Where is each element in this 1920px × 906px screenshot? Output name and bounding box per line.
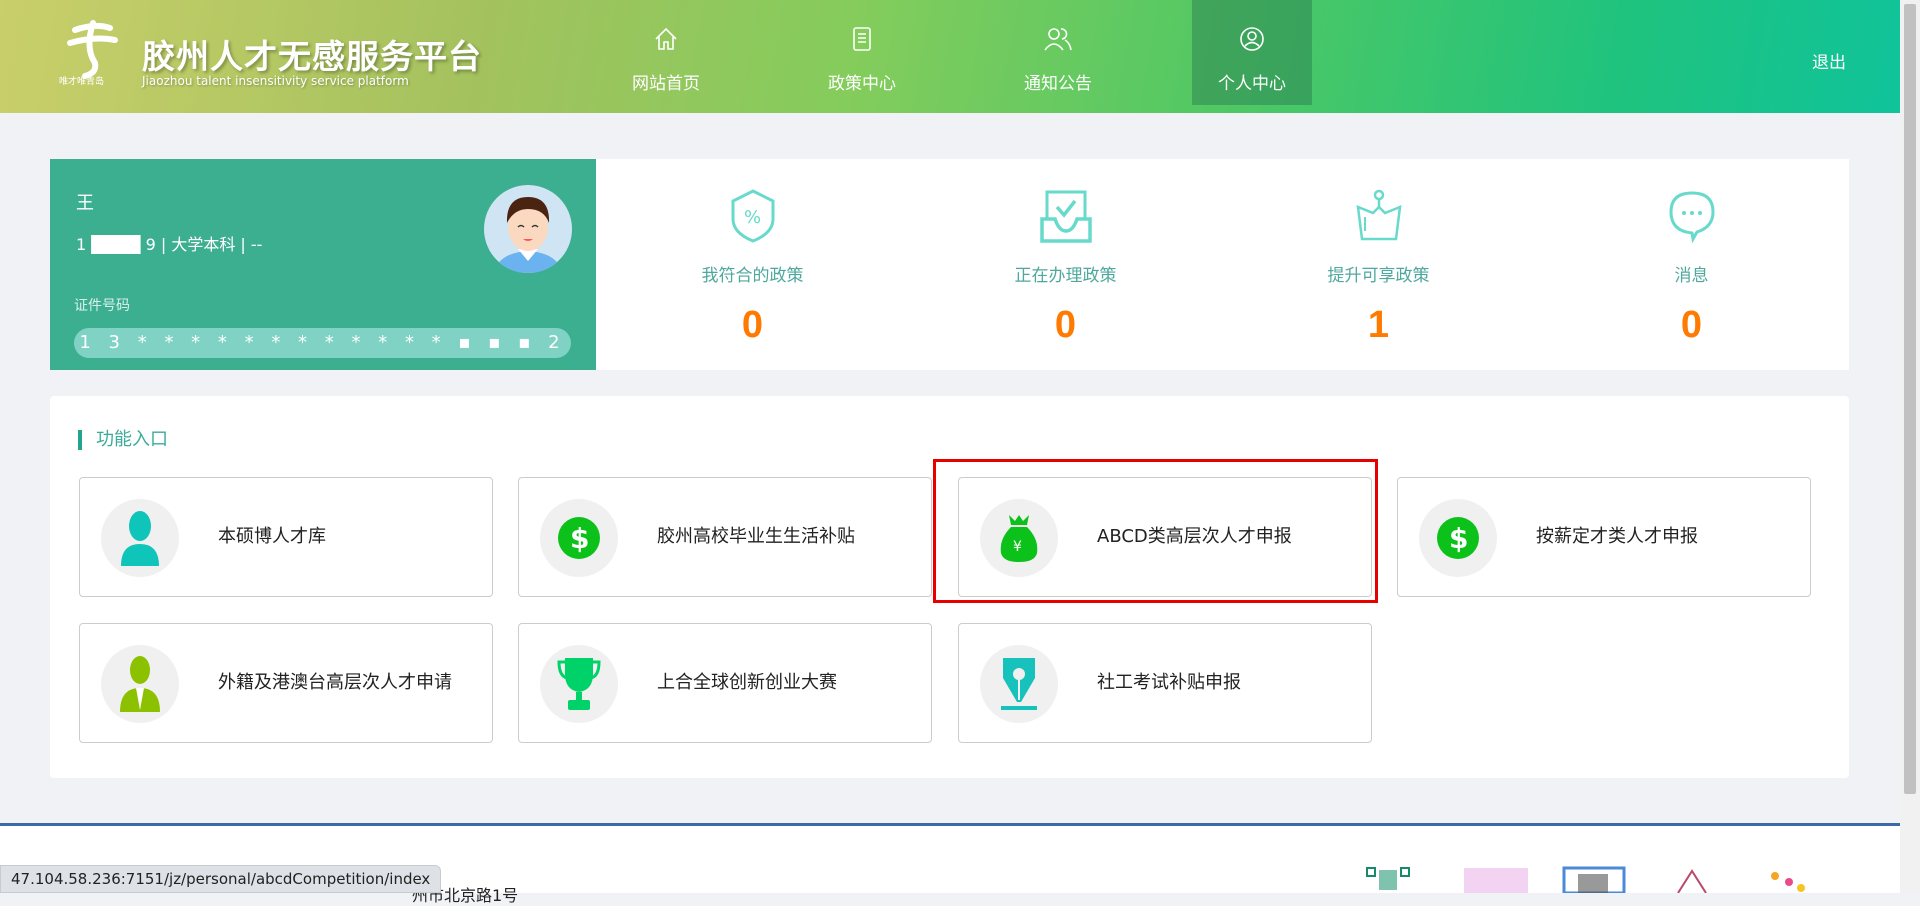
pen-nib-icon — [1001, 658, 1037, 710]
tile-social-work-exam[interactable]: 社工考试补贴申报 — [958, 623, 1372, 743]
tile-living-subsidy[interactable]: $ 胶州高校毕业生生活补贴 — [518, 477, 932, 597]
nav-home[interactable]: 网站首页 — [606, 0, 726, 105]
home-icon — [655, 27, 677, 50]
svg-text:$: $ — [570, 522, 589, 555]
dollar-icon: $ — [1437, 517, 1479, 559]
status-bar-url: 47.104.58.236:7151/jz/personal/abcdCompe… — [0, 865, 442, 893]
tile-label: 胶州高校毕业生生活补贴 — [657, 526, 855, 547]
user-name: 王 — [76, 193, 94, 214]
user-info: 1 ████ 9 | 大学本科 | -- — [76, 235, 263, 254]
id-value: 1 3 * * * * * * * * * * * * ▪ ▪ ▪ 2 — [74, 328, 571, 358]
crown-icon — [1355, 189, 1402, 241]
document-icon — [853, 27, 871, 51]
scrollbar[interactable] — [1900, 0, 1920, 893]
scrollbar-thumb[interactable] — [1904, 4, 1916, 794]
nav-label: 通知公告 — [1024, 74, 1092, 94]
stat-label: 提升可享政策 — [1327, 266, 1430, 286]
tile-salary-talent[interactable]: $ 按薪定才类人才申报 — [1397, 477, 1811, 597]
stat-label: 我符合的政策 — [701, 266, 804, 286]
tile-talent-pool[interactable]: 本硕博人才库 — [79, 477, 493, 597]
section-title: 功能入口 — [78, 430, 168, 450]
stat-value: 0 — [741, 304, 764, 346]
chat-bubble-icon — [1668, 191, 1715, 244]
qr-code-icon — [1464, 868, 1528, 893]
nav-label: 个人中心 — [1218, 74, 1286, 94]
nav-label: 网站首页 — [632, 74, 700, 94]
highlight-box — [933, 459, 1378, 603]
stat-messages[interactable]: 消息 0 — [1535, 159, 1848, 347]
stat-processing-policies[interactable]: 正在办理政策 0 — [909, 159, 1222, 347]
tile-foreign-talent[interactable]: 外籍及港澳台高层次人才申请 — [79, 623, 493, 743]
svg-text:$: $ — [1449, 522, 1468, 555]
stats-panel: % 我符合的政策 0 正在办理政策 0 提升可享政策 1 消息 0 — [596, 159, 1849, 370]
nav-personal[interactable]: 个人中心 — [1192, 0, 1312, 105]
tile-label: 上合全球创新创业大赛 — [657, 672, 837, 693]
tile-label: 外籍及港澳台高层次人才申请 — [218, 672, 452, 693]
dollar-icon: $ — [558, 517, 600, 559]
nav-policy[interactable]: 政策中心 — [802, 0, 922, 105]
stat-upgradable-policies[interactable]: 提升可享政策 1 — [1222, 159, 1535, 347]
nav-notice[interactable]: 通知公告 — [998, 0, 1118, 105]
site-subtitle: Jiaozhou talent insensitivity service pl… — [142, 74, 409, 88]
trophy-icon — [557, 658, 601, 710]
logo-icon: 唯才唯青岛 — [59, 20, 118, 87]
header: 唯才唯青岛 胶州人才无感服务平台 Jiaozhou talent insensi… — [0, 0, 1900, 113]
tile-label: 社工考试补贴申报 — [1097, 672, 1241, 693]
tile-label: 按薪定才类人才申报 — [1536, 526, 1698, 547]
qr-code-icon — [1677, 869, 1707, 893]
id-label: 证件号码 — [74, 298, 130, 314]
logout-button[interactable]: 退出 — [1812, 48, 1846, 73]
avatar — [484, 185, 572, 273]
stat-label: 正在办理政策 — [1014, 266, 1117, 286]
businessman-icon — [120, 656, 160, 712]
stat-value: 0 — [1054, 304, 1077, 346]
users-icon — [1044, 28, 1072, 51]
inbox-check-icon — [1039, 190, 1092, 243]
qr-code-icon — [1771, 872, 1805, 892]
stat-label: 消息 — [1674, 266, 1709, 286]
stat-value: 0 — [1680, 304, 1703, 346]
person-icon — [121, 511, 159, 566]
profile-card: 王 1 ████ 9 | 大学本科 | -- 证件号码 1 3 * * * * … — [50, 159, 596, 370]
qr-code-icon — [1562, 866, 1626, 893]
svg-text:唯才唯青岛: 唯才唯青岛 — [59, 75, 104, 87]
site-title: 胶州人才无感服务平台 — [142, 37, 482, 76]
shield-percent-icon: % — [731, 189, 774, 243]
qr-code-icon — [1366, 867, 1410, 890]
svg-text:%: % — [744, 207, 761, 228]
nav-label: 政策中心 — [828, 74, 896, 94]
tile-sco-competition[interactable]: 上合全球创新创业大赛 — [518, 623, 932, 743]
user-circle-icon — [1240, 27, 1264, 51]
stat-value: 1 — [1367, 304, 1390, 346]
tile-label: 本硕博人才库 — [218, 526, 326, 547]
stat-matching-policies[interactable]: % 我符合的政策 0 — [596, 159, 909, 347]
